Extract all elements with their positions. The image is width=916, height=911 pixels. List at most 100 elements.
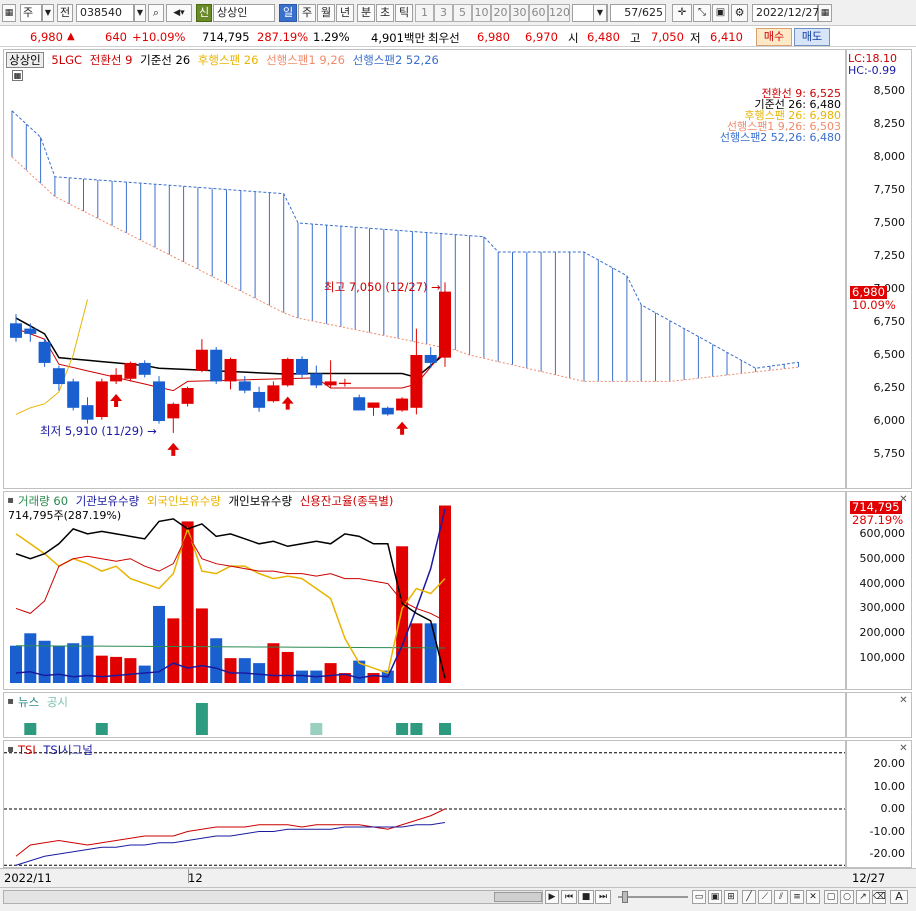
panel-toggle-icon[interactable]: ▦ [2,4,16,22]
trend-icon[interactable]: ⟋ [758,890,772,904]
shape-icon[interactable]: ▢ [824,890,838,904]
price-panel[interactable]: 상상인 5LGC 전환선 9 기준선 26 후행스팬 26 선행스팬1 9,26… [3,49,846,489]
span2-line [11,110,799,369]
stock-name[interactable]: 상상인 [213,4,275,22]
legend-span2[interactable]: 선행스팬2 52,26 [353,53,439,67]
candle-body [181,388,194,404]
circle-icon[interactable]: ○ [840,890,854,904]
legend-stock[interactable]: 상상인 [6,52,44,68]
market-select[interactable]: 주 [20,4,42,22]
period-120[interactable]: 120 [548,4,570,22]
scrollbar-track[interactable] [3,890,543,904]
count-display[interactable]: 57/625 [610,4,666,22]
candle-body [110,374,123,382]
news-bar [439,723,451,735]
prev-button[interactable]: 전 [57,4,73,22]
legend-individual[interactable]: 개인보유수량 [229,494,292,508]
first-button[interactable]: ⏮ [561,890,577,904]
save-icon[interactable]: ▣ [712,4,729,22]
speaker-icon[interactable]: ◀▾ [166,4,192,22]
code-dropdown-icon[interactable]: ▼ [134,4,146,22]
volume-chart[interactable] [4,492,845,689]
last-button[interactable]: ⏭ [595,890,611,904]
legend-conversion[interactable]: 전환선 9 [90,53,133,67]
market-dropdown-icon[interactable]: ▼ [42,4,54,22]
tsi-legend: TSI TSI시그널 [18,742,93,758]
zoom-slider-handle[interactable] [622,891,628,903]
legend-lagging[interactable]: 후행스팬 26 [198,53,259,67]
cross-icon[interactable]: ✕ [806,890,820,904]
news-panel[interactable]: ▪ 뉴스 공시 [3,692,846,738]
grid-icon[interactable]: ▦ [12,70,23,81]
panel-menu-icon[interactable]: ▪ [6,745,15,755]
buy-button[interactable]: 매수 [756,28,792,46]
stop-button[interactable]: ■ [578,890,594,904]
legend-tsi-signal[interactable]: TSI시그널 [43,743,92,757]
period-dropdown-icon[interactable]: ▼ [593,4,607,22]
news-chart[interactable] [4,693,845,737]
legend-tsi[interactable]: TSI [18,743,36,757]
legend-credit[interactable]: 신용잔고율(종목별) [300,494,394,508]
candle-body [95,381,108,418]
price-tick-label: 7,500 [873,216,906,229]
tsi-panel[interactable]: ▪ TSI TSI시그널 [3,740,846,868]
period-30[interactable]: 30 [510,4,529,22]
crosshair-icon[interactable]: ✛ [672,4,692,22]
zoom-in-icon[interactable]: ▣ [708,890,722,904]
date-input[interactable]: 2022/12/27 [752,4,819,22]
fibo-icon[interactable]: ≡ [790,890,804,904]
period-1[interactable]: 1 [415,4,434,22]
legend-disclosure[interactable]: 공시 [47,695,68,709]
arrow-right-icon: → [147,424,157,438]
tab-day[interactable]: 일 [279,4,297,22]
panel-menu-icon[interactable]: ▪ [6,697,15,707]
zoom-slider[interactable] [618,896,688,898]
tab-second[interactable]: 초 [376,4,394,22]
panel-menu-icon[interactable]: ▪ [6,496,15,506]
legend-foreign[interactable]: 외국인보유수량 [147,494,221,508]
gear-icon[interactable]: ⚙ [731,4,748,22]
period-3[interactable]: 3 [434,4,453,22]
legend-volume[interactable]: 거래량 60 [18,494,68,508]
text-tool-icon[interactable]: A [890,890,908,904]
legend-lgc[interactable]: 5LGC [51,53,82,67]
volume-bar [110,656,123,683]
sell-button[interactable]: 매도 [794,28,830,46]
close-icon[interactable]: ✕ [899,744,908,754]
candle-body [253,391,266,408]
code-input[interactable]: 038540 [76,4,134,22]
tab-year[interactable]: 년 [336,4,354,22]
price-axis: LC:18.10 HC:-0.99 8,500 8,250 8,000 7,750 7,… [846,49,912,489]
zoom-icon[interactable]: ⤡ [693,4,711,22]
channel-icon[interactable]: ⫽ [774,890,788,904]
scrollbar-thumb[interactable] [494,892,542,902]
volume-bar [439,505,451,683]
zoom-out-icon[interactable]: ▭ [692,890,706,904]
close-icon[interactable]: ✕ [899,696,908,706]
period-5[interactable]: 5 [453,4,472,22]
tab-month[interactable]: 월 [317,4,335,22]
candle-body [296,358,308,375]
scroll-right-button[interactable]: ▶ [545,890,559,904]
calendar-icon[interactable]: ▦ [818,4,832,22]
fit-icon[interactable]: ⊞ [724,890,738,904]
tab-minute[interactable]: 분 [357,4,375,22]
period-60[interactable]: 60 [529,4,548,22]
tab-week[interactable]: 주 [298,4,316,22]
eraser-icon[interactable]: ⌫ [872,890,886,904]
period-20[interactable]: 20 [491,4,510,22]
legend-span1[interactable]: 선행스팬1 9,26 [266,53,345,67]
draw-line-icon[interactable]: ╱ [742,890,756,904]
arrow-icon[interactable]: ↗ [856,890,870,904]
volume-panel[interactable]: ▪ 거래량 60 기관보유수량 외국인보유수량 개인보유수량 신용잔고율(종목별… [3,491,846,690]
legend-news[interactable]: 뉴스 [18,695,39,709]
buy-signal-arrow [396,421,409,435]
legend-institution[interactable]: 기관보유수량 [76,494,139,508]
tab-tick[interactable]: 틱 [395,4,413,22]
tsi-line [15,808,446,857]
tsi-chart[interactable] [4,741,845,867]
period-10[interactable]: 10 [472,4,491,22]
volume-bar [238,658,251,683]
legend-base[interactable]: 기준선 26 [140,53,190,67]
search-icon[interactable]: ⌕ [148,4,164,22]
